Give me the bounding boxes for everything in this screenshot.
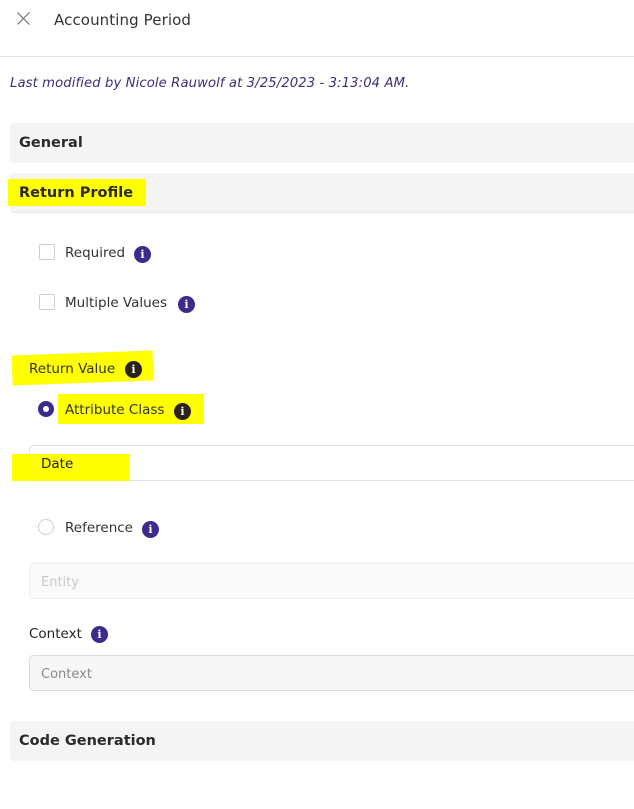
- context-placeholder: Context: [41, 667, 92, 682]
- panel-header: Accounting Period: [0, 0, 634, 57]
- reference-label: Reference: [65, 520, 133, 536]
- section-return-profile-label: Return Profile: [19, 185, 134, 201]
- required-label: Required: [65, 245, 126, 261]
- attribute-class-radio[interactable]: [38, 401, 54, 417]
- entity-placeholder: Entity: [41, 575, 79, 590]
- context-input[interactable]: Context: [29, 655, 634, 691]
- last-modified-text: Last modified by Nicole Rauwolf at 3/25/…: [10, 76, 410, 91]
- attribute-class-value: Date: [41, 456, 74, 472]
- close-icon[interactable]: [14, 9, 34, 29]
- multiple-values-checkbox[interactable]: [39, 294, 55, 310]
- panel-title: Accounting Period: [54, 11, 192, 29]
- return-value-label: Return Value: [29, 361, 116, 377]
- section-code-generation[interactable]: Code Generation: [10, 721, 634, 761]
- section-general-label: General: [19, 135, 83, 151]
- entity-select: Entity: [29, 563, 634, 599]
- section-general[interactable]: General: [10, 123, 634, 163]
- attribute-class-info-icon[interactable]: i: [174, 403, 191, 420]
- reference-info-icon[interactable]: i: [142, 521, 159, 538]
- required-info-icon[interactable]: i: [134, 246, 151, 263]
- return-value-info-icon[interactable]: i: [125, 361, 142, 378]
- attribute-class-label: Attribute Class: [65, 402, 165, 418]
- required-checkbox[interactable]: [39, 244, 55, 260]
- section-code-generation-label: Code Generation: [19, 733, 156, 749]
- multiple-values-label: Multiple Values: [65, 295, 168, 311]
- context-label: Context: [29, 626, 82, 642]
- reference-radio[interactable]: [38, 519, 54, 535]
- context-info-icon[interactable]: i: [91, 626, 108, 643]
- multiple-values-info-icon[interactable]: i: [178, 296, 195, 313]
